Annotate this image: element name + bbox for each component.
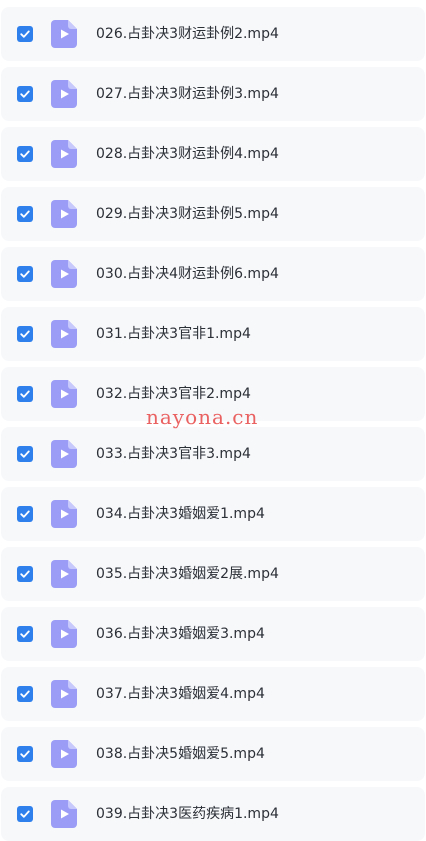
file-checkbox[interactable] <box>17 626 33 642</box>
file-row[interactable]: 035.占卦决3婚姻爱2展.mp4 <box>1 547 425 601</box>
file-checkbox[interactable] <box>17 146 33 162</box>
file-checkbox[interactable] <box>17 206 33 222</box>
video-file-icon <box>51 440 77 468</box>
video-file-icon <box>51 620 77 648</box>
file-name[interactable]: 037.占卦决3婚姻爱4.mp4 <box>96 667 265 721</box>
video-file-icon <box>51 320 77 348</box>
video-file-icon <box>51 140 77 168</box>
video-file-icon <box>51 200 77 228</box>
file-checkbox[interactable] <box>17 746 33 762</box>
file-checkbox[interactable] <box>17 386 33 402</box>
file-row[interactable]: 037.占卦决3婚姻爱4.mp4 <box>1 667 425 721</box>
file-name[interactable]: 029.占卦决3财运卦例5.mp4 <box>96 187 279 241</box>
file-name[interactable]: 034.占卦决3婚姻爱1.mp4 <box>96 487 265 541</box>
file-name[interactable]: 035.占卦决3婚姻爱2展.mp4 <box>96 547 279 601</box>
file-name[interactable]: 031.占卦决3官非1.mp4 <box>96 307 251 361</box>
video-file-icon <box>51 80 77 108</box>
video-file-icon <box>51 560 77 588</box>
file-row[interactable]: 027.占卦决3财运卦例3.mp4 <box>1 67 425 121</box>
file-name[interactable]: 028.占卦决3财运卦例4.mp4 <box>96 127 279 181</box>
video-file-icon <box>51 680 77 708</box>
file-name[interactable]: 038.占卦决5婚姻爱5.mp4 <box>96 727 265 781</box>
video-file-icon <box>51 380 77 408</box>
file-list: 026.占卦决3财运卦例2.mp4 027.占卦决3财运卦例3.mp4 028.占卦… <box>0 0 426 841</box>
file-checkbox[interactable] <box>17 566 33 582</box>
file-row[interactable]: 036.占卦决3婚姻爱3.mp4 <box>1 607 425 661</box>
file-row[interactable]: 038.占卦决5婚姻爱5.mp4 <box>1 727 425 781</box>
file-name[interactable]: 039.占卦决3医药疾病1.mp4 <box>96 787 279 841</box>
video-file-icon <box>51 260 77 288</box>
file-row[interactable]: 030.占卦决4财运卦例6.mp4 <box>1 247 425 301</box>
file-row[interactable]: 034.占卦决3婚姻爱1.mp4 <box>1 487 425 541</box>
video-file-icon <box>51 20 77 48</box>
file-row[interactable]: 029.占卦决3财运卦例5.mp4 <box>1 187 425 241</box>
file-name[interactable]: 032.占卦决3官非2.mp4 <box>96 367 251 421</box>
file-row[interactable]: 028.占卦决3财运卦例4.mp4 <box>1 127 425 181</box>
file-row[interactable]: 026.占卦决3财运卦例2.mp4 <box>1 7 425 61</box>
file-name[interactable]: 027.占卦决3财运卦例3.mp4 <box>96 67 279 121</box>
file-row[interactable]: 039.占卦决3医药疾病1.mp4 <box>1 787 425 841</box>
file-checkbox[interactable] <box>17 86 33 102</box>
file-checkbox[interactable] <box>17 506 33 522</box>
file-name[interactable]: 030.占卦决4财运卦例6.mp4 <box>96 247 279 301</box>
file-checkbox[interactable] <box>17 266 33 282</box>
file-row[interactable]: 032.占卦决3官非2.mp4 <box>1 367 425 421</box>
file-name[interactable]: 026.占卦决3财运卦例2.mp4 <box>96 7 279 61</box>
file-row[interactable]: 033.占卦决3官非3.mp4 <box>1 427 425 481</box>
file-checkbox[interactable] <box>17 686 33 702</box>
file-name[interactable]: 033.占卦决3官非3.mp4 <box>96 427 251 481</box>
file-checkbox[interactable] <box>17 806 33 822</box>
file-row[interactable]: 031.占卦决3官非1.mp4 <box>1 307 425 361</box>
video-file-icon <box>51 800 77 828</box>
video-file-icon <box>51 500 77 528</box>
file-checkbox[interactable] <box>17 446 33 462</box>
file-checkbox[interactable] <box>17 26 33 42</box>
file-checkbox[interactable] <box>17 326 33 342</box>
video-file-icon <box>51 740 77 768</box>
file-name[interactable]: 036.占卦决3婚姻爱3.mp4 <box>96 607 265 661</box>
